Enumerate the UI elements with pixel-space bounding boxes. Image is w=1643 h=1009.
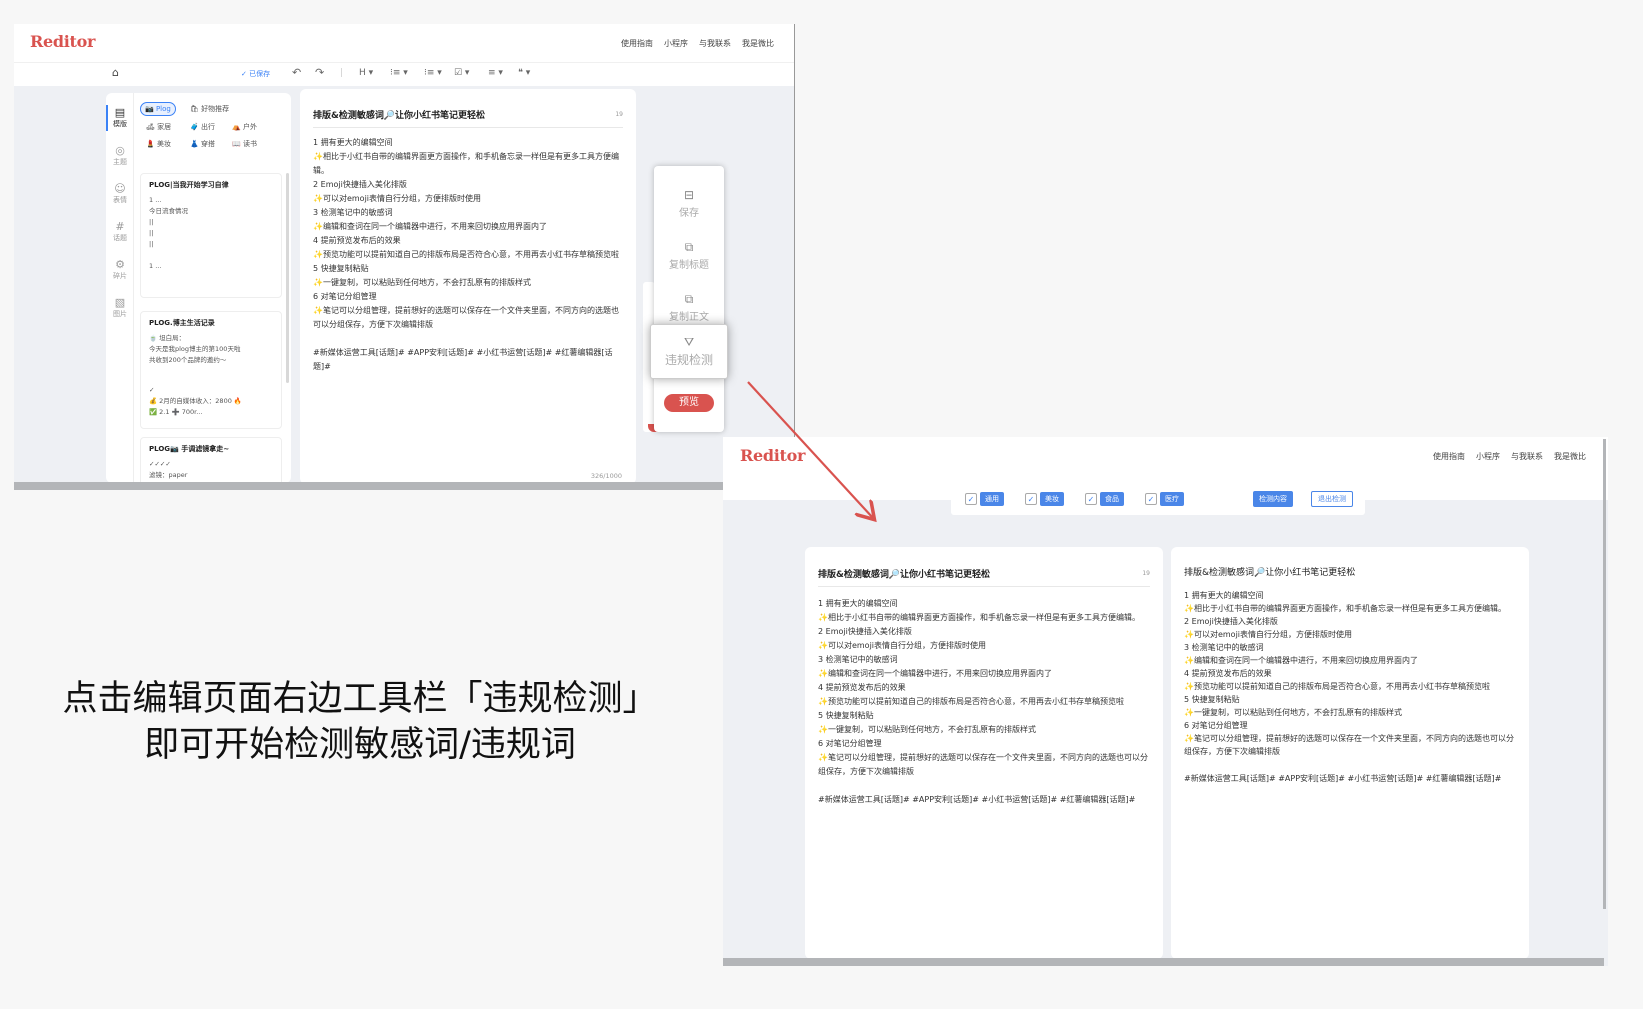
undo-icon[interactable]: ↶: [292, 66, 301, 79]
top-nav: 使用指南 小程序 与我联系 我是微比: [1433, 451, 1586, 462]
violation-check-button[interactable]: ⛛ 违规检测: [650, 324, 728, 379]
template-card-title: PLOG📷 手调滤镜拿走~: [149, 445, 230, 453]
nav-guide[interactable]: 使用指南: [1433, 451, 1465, 462]
sidebar: ▤ 模版 ◎ 主题 ☺ 表情 # 话题 ⚙ 碎片 ▧ 图片: [106, 93, 134, 483]
copy-body-button[interactable]: ⧉ 复制正文: [654, 292, 724, 323]
note-tags: #新媒体运营工具[话题]# #APP安利[话题]# #小红书运营[话题]# #红…: [313, 348, 613, 371]
filter-medical[interactable]: ✓ 医疗: [1145, 492, 1184, 506]
ordered-list-dropdown[interactable]: ⁝≡ ▾: [390, 68, 408, 78]
category-outdoor[interactable]: ⛺ 户外: [228, 120, 261, 134]
sidebar-item-image[interactable]: ▧ 图片: [106, 297, 134, 319]
image-icon: ▧: [114, 296, 126, 309]
panel-scrollbar[interactable]: [286, 173, 289, 383]
char-count: 326/1000: [590, 472, 622, 480]
detect-content-button[interactable]: 检测内容: [1253, 491, 1293, 507]
category-travel[interactable]: 🧳 出行: [186, 120, 219, 134]
preview-button[interactable]: 预览: [664, 394, 714, 412]
title-count: 19: [615, 111, 623, 118]
sidebar-item-card[interactable]: ⚙ 碎片: [106, 259, 134, 281]
check-icon: ✓: [1085, 493, 1097, 505]
card-icon: ⚙: [115, 258, 125, 271]
filter-beauty[interactable]: ✓ 美妆: [1025, 492, 1064, 506]
check-icon: ✓: [1145, 493, 1157, 505]
sidebar-item-theme[interactable]: ◎ 主题: [106, 145, 134, 167]
template-panel: ▤ 模版 ◎ 主题 ☺ 表情 # 话题 ⚙ 碎片 ▧ 图片 📷 Plog 🛍 好…: [106, 93, 291, 487]
result-tags: #新媒体运营工具[话题]# #APP安利[话题]# #小红书运营[话题]# #红…: [1184, 774, 1502, 783]
nav-contact[interactable]: 与我联系: [1511, 451, 1543, 462]
note-title[interactable]: 排版&检测敏感词🔎让你小红书笔记更轻松: [313, 108, 623, 128]
result-title: 排版&检测敏感词🔎让你小红书笔记更轻松: [1184, 568, 1356, 578]
bullet-list-dropdown[interactable]: ⁝≡ ▾: [424, 68, 442, 78]
horizontal-scrollbar[interactable]: [14, 482, 794, 490]
copy-title-button[interactable]: ⧉ 复制标题: [654, 240, 724, 271]
filter-food[interactable]: ✓ 食品: [1085, 492, 1124, 506]
nav-contact[interactable]: 与我联系: [699, 38, 731, 49]
category-plog[interactable]: 📷 Plog: [140, 102, 176, 116]
filter-general[interactable]: ✓ 通用: [965, 492, 1004, 506]
nav-guide[interactable]: 使用指南: [621, 38, 653, 49]
topic-icon: #: [115, 220, 125, 233]
quote-dropdown[interactable]: ❝ ▾: [518, 68, 530, 78]
redo-icon[interactable]: ↷: [315, 66, 324, 79]
sidebar-item-topic[interactable]: # 话题: [106, 221, 134, 243]
format-toolbar: ⌂ ✓ 已保存 ↶ ↷ | H ▾ ⁝≡ ▾ ⁝≡ ▾ ☑ ▾ ≡ ▾ ❝ ▾: [14, 62, 794, 86]
title-count: 19: [1142, 570, 1150, 577]
template-card-title: PLOG|当我开始学习自律: [149, 181, 229, 189]
editor-screenshot: Reditor 使用指南 小程序 与我联系 我是微比 ⌂ ✓ 已保存 ↶ ↷ |…: [14, 24, 795, 490]
saved-status: ✓ 已保存: [241, 70, 271, 78]
copy-icon: ⧉: [684, 292, 694, 306]
top-nav: 使用指南 小程序 与我联系 我是微比: [621, 38, 774, 49]
app-logo[interactable]: Reditor: [30, 32, 95, 51]
check-icon: ✓: [1025, 493, 1037, 505]
note-body[interactable]: 1 拥有更大的编辑空间 ✨相比于小红书自带的编辑界面更方面操作，和手机备忘录一样…: [313, 136, 623, 374]
category-recommend[interactable]: 🛍 好物推荐: [186, 102, 233, 116]
template-card[interactable]: PLOG|当我开始学习自律 1 ... 今日流食情况 || || || 1 ..…: [140, 173, 282, 298]
sidebar-item-emoji[interactable]: ☺ 表情: [106, 183, 134, 205]
filter-icon: ⛛: [683, 335, 695, 349]
emoji-icon: ☺: [114, 182, 126, 195]
check-filter-bar: ✓ 通用 ✓ 美妆 ✓ 食品 ✓ 医疗 检测内容 退出检测: [951, 483, 1365, 515]
sidebar-item-template[interactable]: ▤ 模版: [106, 105, 134, 131]
category-home[interactable]: 🛋 家居: [142, 120, 175, 134]
category-beauty[interactable]: 💄 美妆: [142, 137, 175, 151]
home-icon[interactable]: ⌂: [112, 66, 119, 79]
instruction-caption: 点击编辑页面右边工具栏「违规检测」 即可开始检测敏感词/违规词: [62, 679, 658, 765]
save-icon: ⊟: [683, 188, 695, 202]
template-card-title: PLOG.博主生活记录: [149, 319, 215, 327]
horizontal-scrollbar[interactable]: [723, 958, 1604, 966]
note-tags: #新媒体运营工具[话题]# #APP安利[话题]# #小红书运营[话题]# #红…: [818, 795, 1136, 804]
theme-icon: ◎: [115, 144, 125, 157]
template-card[interactable]: PLOG.博主生活记录 🍵 坦白局： 今天是我plog博主的第100天啦 共收到…: [140, 311, 282, 429]
category-reading[interactable]: 📖 读书: [228, 137, 261, 151]
note-editor[interactable]: 排版&检测敏感词🔎让你小红书笔记更轻松 19 1 拥有更大的编辑空间 ✨相比于小…: [300, 89, 636, 484]
nav-about[interactable]: 我是微比: [742, 38, 774, 49]
toolbar-divider: |: [340, 68, 344, 78]
note-title[interactable]: 排版&检测敏感词🔎让你小红书笔记更轻松: [818, 567, 1150, 587]
side-action-toolbar: ⊟ 保存 ⧉ 复制标题 ⧉ 复制正文 ⛛ 违规检测 预览: [650, 166, 728, 432]
copy-icon: ⧉: [684, 240, 694, 254]
note-body[interactable]: 1 拥有更大的编辑空间 ✨相比于小红书自带的编辑界面更方面操作，和手机备忘录一样…: [818, 597, 1150, 807]
check-screenshot: Reditor 使用指南 小程序 与我联系 我是微比 ✓ 通用 ✓ 美妆 ✓ 食…: [723, 437, 1608, 966]
nav-miniprogram[interactable]: 小程序: [1476, 451, 1500, 462]
top-bar: Reditor 使用指南 小程序 与我联系 我是微比: [14, 24, 794, 62]
nav-miniprogram[interactable]: 小程序: [664, 38, 688, 49]
category-outfit[interactable]: 👗 穿搭: [186, 137, 219, 151]
check-result-panel: 排版&检测敏感词🔎让你小红书笔记更轻松 1 拥有更大的编辑空间 ✨相比于小红书自…: [1171, 547, 1529, 959]
note-editor[interactable]: 排版&检测敏感词🔎让你小红书笔记更轻松 19 1 拥有更大的编辑空间 ✨相比于小…: [805, 547, 1163, 959]
template-card[interactable]: PLOG📷 手调滤镜拿走~ ✓✓✓✓ 滤镜：paper: [140, 437, 282, 487]
checklist-dropdown[interactable]: ☑ ▾: [454, 68, 469, 78]
vertical-scrollbar[interactable]: [1603, 439, 1606, 909]
result-body: 1 拥有更大的编辑空间 ✨相比于小红书自带的编辑界面更方面操作，和手机备忘录一样…: [1184, 589, 1516, 785]
app-logo[interactable]: Reditor: [740, 446, 805, 465]
check-icon: ✓: [965, 493, 977, 505]
save-button[interactable]: ⊟ 保存: [654, 188, 724, 219]
template-icon: ▤: [114, 106, 126, 119]
nav-about[interactable]: 我是微比: [1554, 451, 1586, 462]
exit-check-button[interactable]: 退出检测: [1311, 491, 1353, 507]
align-dropdown[interactable]: ≡ ▾: [488, 68, 503, 78]
heading-dropdown[interactable]: H ▾: [359, 68, 373, 78]
